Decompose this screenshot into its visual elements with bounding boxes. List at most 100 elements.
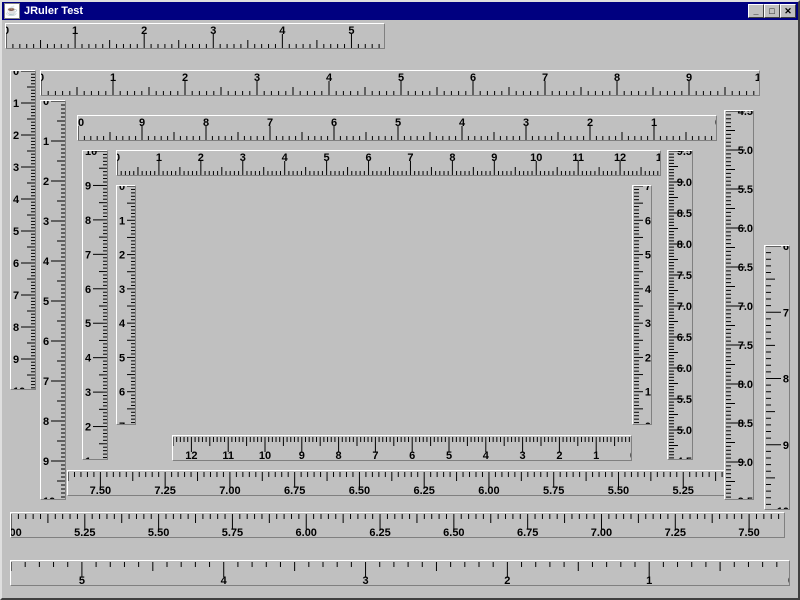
svg-text:1: 1 — [119, 215, 125, 227]
svg-text:7.25: 7.25 — [154, 485, 175, 496]
svg-text:1: 1 — [13, 98, 19, 110]
svg-text:6: 6 — [409, 450, 415, 461]
svg-text:9.5: 9.5 — [677, 151, 692, 158]
svg-text:7.5: 7.5 — [677, 270, 692, 282]
svg-text:3: 3 — [523, 117, 529, 129]
ruler-v5: 01234567 — [632, 185, 652, 425]
svg-text:6.0: 6.0 — [677, 363, 692, 375]
svg-text:5: 5 — [398, 72, 404, 84]
svg-text:9: 9 — [43, 456, 49, 468]
svg-text:7: 7 — [267, 117, 273, 129]
svg-text:3: 3 — [43, 216, 49, 228]
svg-text:4: 4 — [645, 284, 652, 296]
svg-text:5.75: 5.75 — [222, 527, 243, 538]
svg-text:6.75: 6.75 — [284, 485, 305, 496]
svg-text:2: 2 — [141, 25, 147, 37]
ruler-r7: 5.005.255.505.756.006.256.506.757.007.25… — [10, 512, 785, 538]
svg-text:1: 1 — [645, 387, 651, 399]
svg-text:2: 2 — [556, 450, 562, 461]
svg-text:8: 8 — [449, 152, 455, 164]
svg-text:8.5: 8.5 — [677, 208, 692, 220]
java-icon: ☕ — [4, 3, 20, 19]
close-button[interactable]: ✕ — [780, 4, 796, 18]
svg-text:4: 4 — [326, 72, 333, 84]
svg-text:1: 1 — [156, 152, 162, 164]
svg-text:5: 5 — [395, 117, 401, 129]
svg-text:9: 9 — [13, 354, 19, 366]
svg-text:7.00: 7.00 — [219, 485, 240, 496]
svg-text:6.0: 6.0 — [738, 223, 753, 235]
svg-text:3: 3 — [254, 72, 260, 84]
svg-text:7: 7 — [43, 376, 49, 388]
svg-text:2: 2 — [13, 130, 19, 142]
svg-text:5: 5 — [446, 450, 452, 461]
ruler-r4: 012345678910111213 — [116, 150, 661, 176]
svg-text:10: 10 — [85, 151, 97, 158]
svg-text:5.25: 5.25 — [74, 527, 95, 538]
svg-text:6: 6 — [85, 284, 91, 296]
svg-text:9: 9 — [783, 440, 789, 452]
svg-text:5.25: 5.25 — [673, 485, 694, 496]
svg-text:4.5: 4.5 — [677, 456, 692, 460]
svg-text:0: 0 — [13, 71, 19, 78]
svg-text:1: 1 — [72, 25, 78, 37]
svg-text:8.0: 8.0 — [738, 379, 753, 391]
app-window: ☕ JRuler Test _ □ ✕ 01234501234567891001… — [0, 0, 800, 600]
svg-text:8.5: 8.5 — [738, 418, 753, 430]
svg-text:8: 8 — [336, 450, 342, 461]
ruler-v6: 4.55.05.56.06.57.07.58.08.59.09.5 — [667, 150, 693, 460]
svg-text:5: 5 — [79, 575, 85, 586]
svg-text:2: 2 — [182, 72, 188, 84]
svg-text:6: 6 — [119, 387, 125, 399]
svg-text:6.50: 6.50 — [349, 485, 370, 496]
svg-text:6: 6 — [783, 246, 789, 253]
svg-text:1: 1 — [85, 456, 91, 460]
svg-text:6.5: 6.5 — [738, 262, 753, 274]
svg-text:7.50: 7.50 — [738, 527, 759, 538]
svg-text:8.0: 8.0 — [677, 239, 692, 251]
ruler-v8: 678910 — [764, 245, 790, 510]
svg-text:8: 8 — [614, 72, 620, 84]
svg-text:5.50: 5.50 — [148, 527, 169, 538]
svg-text:10: 10 — [755, 72, 760, 84]
svg-text:4: 4 — [459, 117, 466, 129]
svg-text:2: 2 — [43, 176, 49, 188]
svg-text:1: 1 — [651, 117, 657, 129]
svg-text:5: 5 — [13, 226, 19, 238]
svg-text:3: 3 — [240, 152, 246, 164]
svg-text:1: 1 — [110, 72, 116, 84]
titlebar[interactable]: ☕ JRuler Test _ □ ✕ — [2, 2, 798, 20]
maximize-button[interactable]: □ — [764, 4, 780, 18]
svg-text:4: 4 — [119, 318, 126, 330]
svg-text:9: 9 — [139, 117, 145, 129]
ruler-r6: 5.005.255.505.756.006.256.506.757.007.25… — [67, 470, 747, 496]
svg-text:2: 2 — [645, 352, 651, 364]
ruler-v4: 01234567 — [116, 185, 136, 425]
svg-text:7: 7 — [85, 249, 91, 261]
svg-text:2: 2 — [198, 152, 204, 164]
svg-text:2: 2 — [85, 422, 91, 434]
svg-text:7: 7 — [13, 290, 19, 302]
svg-text:8: 8 — [43, 416, 49, 428]
window-buttons: _ □ ✕ — [748, 4, 796, 18]
svg-text:0: 0 — [117, 152, 120, 164]
ruler-r5: 0123456789101112 — [172, 435, 632, 461]
svg-text:5.00: 5.00 — [11, 527, 22, 538]
svg-text:0: 0 — [715, 117, 717, 129]
svg-text:10: 10 — [259, 450, 271, 461]
svg-text:1: 1 — [593, 450, 599, 461]
svg-text:7: 7 — [372, 450, 378, 461]
svg-text:3: 3 — [210, 25, 216, 37]
svg-text:4: 4 — [221, 575, 228, 586]
svg-text:6.25: 6.25 — [369, 527, 390, 538]
svg-text:5.5: 5.5 — [738, 184, 753, 196]
svg-text:3: 3 — [645, 318, 651, 330]
svg-text:0: 0 — [788, 575, 790, 586]
svg-text:9: 9 — [85, 180, 91, 192]
svg-text:11: 11 — [572, 152, 584, 164]
svg-text:5.5: 5.5 — [677, 394, 692, 406]
svg-text:4: 4 — [13, 194, 20, 206]
svg-text:7: 7 — [542, 72, 548, 84]
minimize-button[interactable]: _ — [748, 4, 764, 18]
svg-text:0: 0 — [630, 450, 632, 461]
